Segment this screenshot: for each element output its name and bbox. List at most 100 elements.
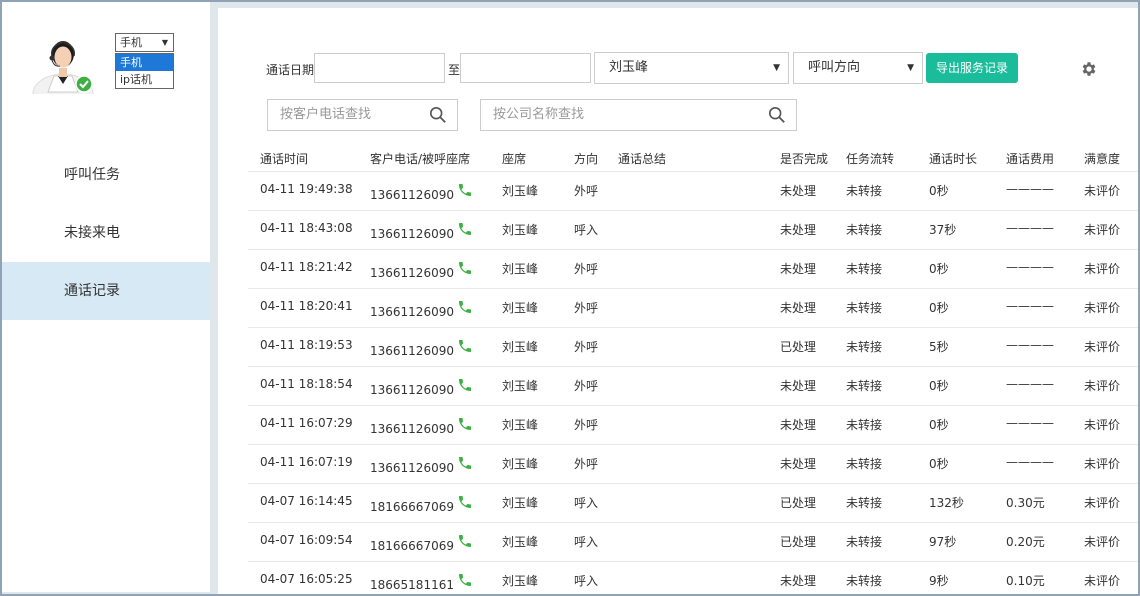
export-records-button[interactable]: 导出服务记录 xyxy=(926,53,1018,83)
cell-done: 未处理 xyxy=(780,223,817,237)
chevron-down-icon: ▼ xyxy=(907,63,914,73)
table-row[interactable]: 04-07 16:09:54 18166667069 刘玉峰 呼入 已处理 未转接 97秒 0… xyxy=(248,523,1138,562)
agent-select[interactable]: 刘玉峰 ▼ xyxy=(594,52,789,84)
cell-dir: 呼入 xyxy=(574,574,599,588)
table-header: 通话时间 客户电话/被呼座席 座席 方向 通话总结 是否完成 任务流转 通话时长 通话费用 满意度 xyxy=(248,148,1138,172)
cell-sat: 未评价 xyxy=(1084,379,1121,393)
cell-agent: 刘玉峰 xyxy=(502,223,539,237)
phone-icon[interactable] xyxy=(457,377,473,393)
cell-done: 未处理 xyxy=(780,184,817,198)
header-col-flow: 任务流转 xyxy=(846,152,895,166)
cell-fee: ———— xyxy=(1006,416,1054,430)
phone-number: 18166667069 xyxy=(370,500,454,514)
search-company-input[interactable]: 按公司名称查找 xyxy=(480,99,797,131)
cell-done: 未处理 xyxy=(780,457,817,471)
cell-fee: ———— xyxy=(1006,377,1054,391)
search-phone-input[interactable]: 按客户电话查找 xyxy=(267,99,458,131)
sidebar-item-missed-calls[interactable]: 未接来电 xyxy=(2,204,210,262)
phone-icon[interactable] xyxy=(457,221,473,237)
chevron-down-icon: ▼ xyxy=(773,63,780,73)
phone-icon[interactable] xyxy=(457,494,473,510)
cell-phone: 13661126090 xyxy=(370,338,473,358)
header-col-time: 通话时间 xyxy=(260,152,309,166)
cell-phone: 13661126090 xyxy=(370,260,473,280)
agent-select-value: 刘玉峰 xyxy=(609,60,649,75)
phone-icon[interactable] xyxy=(457,455,473,471)
header-col-done: 是否完成 xyxy=(780,152,829,166)
table-row[interactable]: 04-11 18:43:08 13661126090 刘玉峰 呼入 未处理 未转接 37秒 —… xyxy=(248,211,1138,250)
phone-icon[interactable] xyxy=(457,533,473,549)
table-row[interactable]: 04-11 16:07:19 13661126090 刘玉峰 外呼 未处理 未转接 0秒 ——… xyxy=(248,445,1138,484)
cell-flow: 未转接 xyxy=(846,457,883,471)
cell-sat: 未评价 xyxy=(1084,340,1121,354)
cell-dur: 37秒 xyxy=(929,223,957,237)
phone-icon[interactable] xyxy=(457,299,473,315)
table-row[interactable]: 04-11 16:07:29 13661126090 刘玉峰 外呼 未处理 未转接 0秒 ——… xyxy=(248,406,1138,445)
cell-agent: 刘玉峰 xyxy=(502,379,539,393)
cell-phone: 18665181161 xyxy=(370,572,473,592)
search-icon[interactable] xyxy=(429,106,447,124)
cell-time: 04-11 16:07:29 xyxy=(260,416,353,430)
table-row[interactable]: 04-11 18:19:53 13661126090 刘玉峰 外呼 已处理 未转接 5秒 ——… xyxy=(248,328,1138,367)
cell-time: 04-11 18:18:54 xyxy=(260,377,353,391)
cell-dir: 呼入 xyxy=(574,223,599,237)
cell-fee: ———— xyxy=(1006,182,1054,196)
date-from-input[interactable] xyxy=(314,53,445,83)
table-row[interactable]: 04-07 16:14:45 18166667069 刘玉峰 呼入 已处理 未转接 132秒… xyxy=(248,484,1138,523)
cell-sat: 未评价 xyxy=(1084,457,1121,471)
cell-sat: 未评价 xyxy=(1084,418,1121,432)
phone-icon[interactable] xyxy=(457,338,473,354)
phone-icon[interactable] xyxy=(457,416,473,432)
cell-dur: 0秒 xyxy=(929,262,949,276)
cell-agent: 刘玉峰 xyxy=(502,496,539,510)
phone-number: 13661126090 xyxy=(370,305,454,319)
cell-done: 已处理 xyxy=(780,340,817,354)
cell-agent: 刘玉峰 xyxy=(502,340,539,354)
sidebar-item-call-tasks[interactable]: 呼叫任务 xyxy=(2,146,210,204)
cell-done: 未处理 xyxy=(780,379,817,393)
header-col-fee: 通话费用 xyxy=(1006,152,1055,166)
table-row[interactable]: 04-11 18:21:42 13661126090 刘玉峰 外呼 未处理 未转接 0秒 ——… xyxy=(248,250,1138,289)
device-option-ip-phone[interactable]: ip话机 xyxy=(116,71,173,88)
cell-flow: 未转接 xyxy=(846,262,883,276)
cell-time: 04-07 16:14:45 xyxy=(260,494,353,508)
phone-number: 13661126090 xyxy=(370,188,454,202)
gear-icon[interactable] xyxy=(1080,60,1098,78)
device-option-mobile[interactable]: 手机 xyxy=(116,54,173,71)
cell-fee: ———— xyxy=(1006,455,1054,469)
search-icon[interactable] xyxy=(768,106,786,124)
cell-phone: 13661126090 xyxy=(370,182,473,202)
cell-dur: 132秒 xyxy=(929,496,964,510)
table-row[interactable]: 04-11 18:20:41 13661126090 刘玉峰 外呼 未处理 未转接 0秒 ——… xyxy=(248,289,1138,328)
direction-select[interactable]: 呼叫方向 ▼ xyxy=(793,52,923,84)
cell-flow: 未转接 xyxy=(846,223,883,237)
sidebar: 手机 ▼ 手机 ip话机 呼叫任务 未接来电 通话记录 xyxy=(2,2,210,592)
cell-phone: 13661126090 xyxy=(370,299,473,319)
header-col-direction: 方向 xyxy=(574,152,599,166)
device-select[interactable]: 手机 ▼ xyxy=(115,33,174,52)
cell-dir: 外呼 xyxy=(574,184,599,198)
phone-icon[interactable] xyxy=(457,182,473,198)
phone-icon[interactable] xyxy=(457,572,473,588)
agent-avatar-icon xyxy=(32,41,94,94)
cell-dir: 外呼 xyxy=(574,340,599,354)
table-body: 04-11 19:49:38 13661126090 刘玉峰 外呼 未处理 未转接 0秒 ——… xyxy=(248,172,1138,596)
cell-dir: 外呼 xyxy=(574,379,599,393)
cell-done: 已处理 xyxy=(780,535,817,549)
cell-sat: 未评价 xyxy=(1084,574,1121,588)
cell-flow: 未转接 xyxy=(846,184,883,198)
cell-agent: 刘玉峰 xyxy=(502,574,539,588)
agent-area: 手机 ▼ 手机 ip话机 xyxy=(2,2,210,122)
phone-icon[interactable] xyxy=(457,260,473,276)
filter-bar: 通话日期 至 刘玉峰 ▼ 呼叫方向 ▼ 导出服务记录 按客户电话查找 按公司名称… xyxy=(218,8,1138,148)
table-row[interactable]: 04-11 18:18:54 13661126090 刘玉峰 外呼 未处理 未转接 0秒 ——… xyxy=(248,367,1138,406)
date-to-input[interactable] xyxy=(460,53,591,83)
table-row[interactable]: 04-11 19:49:38 13661126090 刘玉峰 外呼 未处理 未转接 0秒 ——… xyxy=(248,172,1138,211)
cell-dir: 外呼 xyxy=(574,457,599,471)
table-row[interactable]: 04-07 16:05:25 18665181161 刘玉峰 呼入 未处理 未转接 9秒 0.… xyxy=(248,562,1138,596)
cell-time: 04-11 19:49:38 xyxy=(260,182,353,196)
sidebar-item-call-records[interactable]: 通话记录 xyxy=(2,262,210,320)
cell-dur: 0秒 xyxy=(929,184,949,198)
header-col-satisfaction: 满意度 xyxy=(1084,152,1121,166)
cell-phone: 13661126090 xyxy=(370,221,473,241)
